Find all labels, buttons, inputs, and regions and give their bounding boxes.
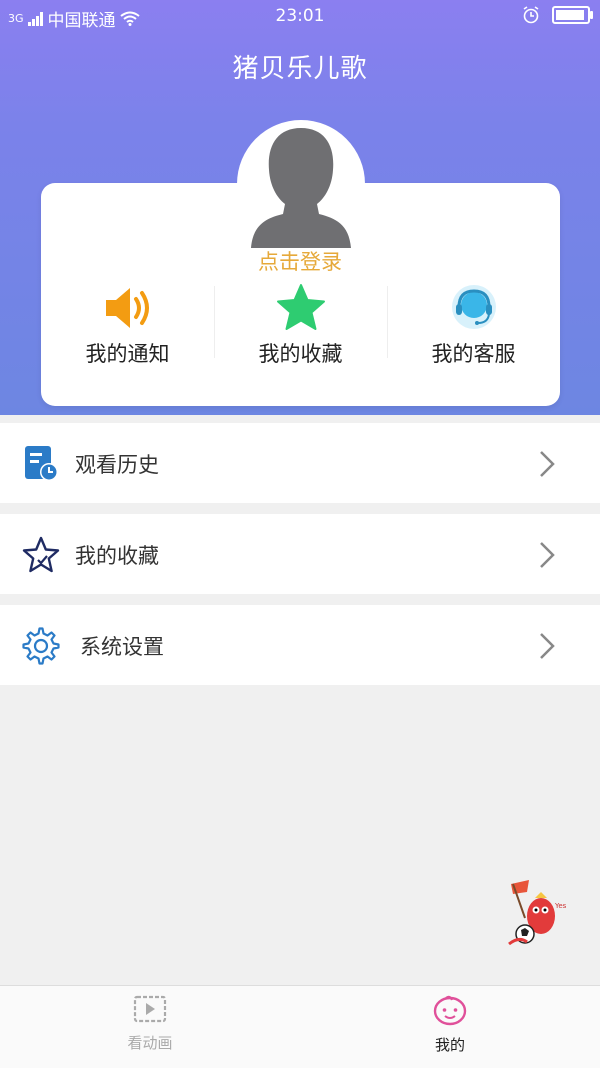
menu-item-label: 观看历史 xyxy=(75,453,159,477)
headset-icon xyxy=(451,285,496,329)
login-link[interactable]: 点击登录 xyxy=(0,246,600,276)
star-icon xyxy=(276,284,325,330)
svg-text:Yes: Yes xyxy=(554,902,567,910)
menu-item-label: 我的收藏 xyxy=(75,544,159,568)
history-icon xyxy=(25,446,58,481)
gear-icon xyxy=(22,627,60,665)
quick-action-label: 我的通知 xyxy=(85,342,170,366)
quick-action-customer-service[interactable]: 我的客服 xyxy=(387,280,560,368)
status-bar: 3G 中国联通 23:01 xyxy=(0,0,600,32)
mascot-icon: Yes xyxy=(508,880,567,946)
tab-animations[interactable]: 看动画 xyxy=(0,994,300,1053)
tab-label: 我的 xyxy=(434,1036,465,1054)
tab-mine[interactable]: 我的 xyxy=(300,994,600,1055)
speaker-icon xyxy=(105,288,149,328)
battery-icon xyxy=(552,6,593,24)
tab-label: 看动画 xyxy=(127,1034,173,1052)
menu-item-history[interactable]: 观看历史 xyxy=(0,423,600,503)
floating-mascot[interactable]: Yes xyxy=(505,878,575,950)
menu-item-settings[interactable]: 系统设置 xyxy=(0,605,600,685)
chevron-right-icon xyxy=(540,451,555,477)
video-icon xyxy=(133,995,167,1023)
bottom-tab-bar: 看动画 我的 xyxy=(0,985,600,1068)
clock: 23:01 xyxy=(275,6,325,26)
chevron-right-icon xyxy=(540,633,555,659)
avatar[interactable] xyxy=(237,120,365,248)
status-right xyxy=(522,6,593,24)
quick-action-favorites[interactable]: 我的收藏 xyxy=(214,280,387,368)
alarm-icon xyxy=(523,6,539,24)
page-title: 猪贝乐儿歌 xyxy=(232,54,368,84)
star-outline-icon xyxy=(22,536,60,573)
avatar-silhouette-icon xyxy=(251,128,351,248)
menu-item-favorites[interactable]: 我的收藏 xyxy=(0,514,600,594)
quick-action-label: 我的收藏 xyxy=(258,342,343,366)
menu-item-label: 系统设置 xyxy=(80,635,164,659)
quick-action-notifications[interactable]: 我的通知 xyxy=(41,280,214,368)
baby-face-icon xyxy=(433,995,467,1026)
quick-action-label: 我的客服 xyxy=(431,342,516,366)
chevron-right-icon xyxy=(540,542,555,568)
